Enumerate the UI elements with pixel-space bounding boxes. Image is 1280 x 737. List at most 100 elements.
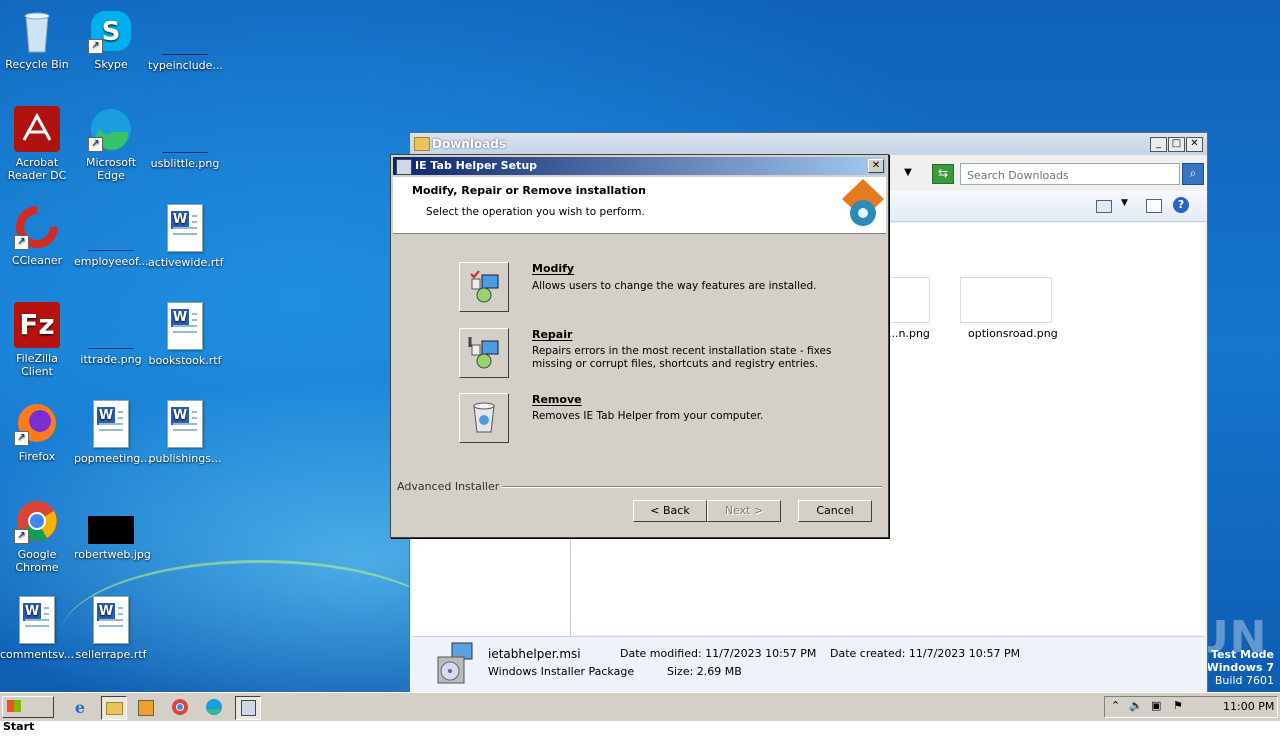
details-created-value: 11/7/2023 10:57 PM <box>908 647 1021 660</box>
repair-option-title[interactable]: Repair <box>532 328 572 341</box>
start-button[interactable]: Start <box>2 696 54 733</box>
recycle-bin-icon <box>473 402 495 433</box>
explorer-titlebar[interactable]: Downloads _ □ ✕ <box>410 133 1207 155</box>
details-modified: Date modified: 11/7/2023 10:57 PM <box>620 647 816 660</box>
back-button[interactable]: < Back <box>633 500 707 522</box>
file-thumbnail[interactable] <box>888 277 930 323</box>
clock[interactable]: 11:00 PM <box>1223 700 1274 713</box>
desktop-icon-acrobat[interactable]: Acrobat Reader DC <box>0 106 74 182</box>
filezilla-icon: Fz <box>14 302 60 348</box>
dialog-close-button[interactable]: ✕ <box>868 159 884 173</box>
skype-icon: S ↗ <box>88 8 134 54</box>
search-input[interactable] <box>965 166 1169 184</box>
search-box[interactable] <box>960 163 1180 185</box>
details-modified-value: 11/7/2023 10:57 PM <box>705 647 817 660</box>
chrome-taskbar-icon[interactable] <box>168 696 192 718</box>
address-dropdown-chevron-icon[interactable]: ▼ <box>892 163 924 183</box>
ie-taskbar-icon[interactable]: e <box>68 696 92 718</box>
test-mode-label: Test Mode Windows 7 Build 7601 <box>1207 648 1274 687</box>
desktop-icon-firefox[interactable]: ↗ Firefox <box>0 400 74 463</box>
installer-taskbar-icon[interactable] <box>235 696 261 720</box>
windows-logo-icon <box>7 700 21 712</box>
desktop-icon-edge[interactable]: ↗ Microsoft Edge <box>74 106 148 182</box>
desktop-icon-activewide[interactable]: W activewide.rtf <box>148 204 223 269</box>
desktop-icon-robertweb[interactable]: robertweb.jpg <box>74 498 151 561</box>
tray-expand-icon[interactable]: ⌃ <box>1111 699 1120 712</box>
recycle-bin-icon <box>14 8 60 54</box>
edge-icon: ↗ <box>88 106 134 152</box>
close-button[interactable]: ✕ <box>1186 137 1203 152</box>
setup-dialog[interactable]: IE Tab Helper Setup ✕ Modify, Repair or … <box>390 154 889 538</box>
navigation-pane[interactable] <box>412 533 571 637</box>
desktop-icon-recycle-bin[interactable]: Recycle Bin <box>0 8 74 71</box>
desktop-icon-skype[interactable]: S ↗ Skype <box>74 8 148 71</box>
desktop-icon-usblittle[interactable]: usblittle.png <box>148 106 222 170</box>
file-icon <box>162 8 208 55</box>
remove-option-title[interactable]: Remove <box>532 393 582 406</box>
shortcut-arrow-icon: ↗ <box>88 39 103 54</box>
word-doc-icon: W <box>93 400 129 448</box>
search-icon[interactable]: ⌕ <box>1182 163 1204 185</box>
dialog-header: Modify, Repair or Remove installation Se… <box>393 177 886 234</box>
details-created-label: Date created: <box>830 647 906 660</box>
remove-option-desc: Removes IE Tab Helper from your computer… <box>532 410 763 423</box>
desktop-icon-ittrade[interactable]: ittrade.png <box>74 302 148 366</box>
svg-text:S: S <box>102 17 121 47</box>
edge-taskbar-icon[interactable] <box>202 696 226 718</box>
desktop-icon-publishings[interactable]: W publishings... <box>148 400 222 465</box>
system-tray: ⌃ 🔈 ▣ ⚑ 11:00 PM <box>1104 696 1278 718</box>
desktop-icon-chrome[interactable]: ↗ Google Chrome <box>0 498 74 574</box>
dialog-subheading: Select the operation you wish to perform… <box>426 206 645 218</box>
desktop-icon-popmeeting[interactable]: W popmeeting... <box>74 400 151 465</box>
minimize-button[interactable]: _ <box>1150 137 1167 152</box>
preview-pane-icon[interactable] <box>1146 199 1162 213</box>
remove-option-button[interactable] <box>459 393 509 443</box>
help-icon[interactable]: ? <box>1173 197 1189 213</box>
shortcut-arrow-icon: ↗ <box>14 431 29 446</box>
action-center-flag-icon[interactable]: ⚑ <box>1173 699 1183 712</box>
modify-option-desc: Allows users to change the way features … <box>532 280 816 293</box>
repair-desc-line-1: Repairs errors in the most recent instal… <box>532 345 832 357</box>
start-label: Start <box>3 720 35 733</box>
dialog-heading: Modify, Repair or Remove installation <box>412 184 646 197</box>
desktop-icon-filezilla[interactable]: Fz FileZilla Client <box>0 302 74 378</box>
desktop-icon-ccleaner[interactable]: ↗ CCleaner <box>0 204 74 267</box>
volume-icon[interactable]: 🔈 <box>1129 699 1143 712</box>
details-pane: ietabhelper.msi Windows Installer Packag… <box>412 636 1205 691</box>
word-doc-icon: W <box>93 596 129 644</box>
explorer-taskbar-icon[interactable] <box>101 696 127 720</box>
desktop-icon-sellerrape[interactable]: W sellerrape.rtf <box>74 596 148 661</box>
image-file-icon <box>162 106 208 153</box>
view-icon[interactable] <box>1096 200 1112 213</box>
details-modified-label: Date modified: <box>620 647 702 660</box>
desktop-icon-typeinclude[interactable]: typeinclude... <box>148 8 223 72</box>
word-doc-icon: W <box>167 204 203 252</box>
refresh-icon[interactable]: ⇆ <box>932 164 954 184</box>
acrobat-icon <box>14 106 60 152</box>
repair-icon <box>468 337 499 369</box>
desktop-icon-employeeof[interactable]: employeeof... <box>74 204 149 268</box>
modify-icon <box>470 270 499 303</box>
desktop-icon-bookstook[interactable]: W bookstook.rtf <box>148 302 222 367</box>
maximize-button[interactable]: □ <box>1168 137 1185 152</box>
modify-option-title[interactable]: Modify <box>532 262 574 275</box>
repair-option-button[interactable] <box>459 328 509 378</box>
image-file-icon <box>88 302 134 349</box>
details-size-label: Size: <box>667 665 694 678</box>
shortcut-arrow-icon: ↗ <box>14 235 29 250</box>
desktop-icon-commentsv[interactable]: W commentsv... <box>0 596 74 661</box>
dialog-titlebar[interactable]: IE Tab Helper Setup ✕ <box>393 157 886 175</box>
explorer-title: Downloads <box>432 137 507 151</box>
details-size: Size: 2.69 MB <box>667 665 742 678</box>
modify-option-button[interactable] <box>459 262 509 312</box>
next-button[interactable]: Next > <box>707 500 781 522</box>
cancel-button[interactable]: Cancel <box>798 500 872 522</box>
repair-desc-line-2: missing or corrupt files, shortcuts and … <box>532 358 819 370</box>
view-dropdown-chevron-icon[interactable]: ▼ <box>1121 198 1128 208</box>
media-player-taskbar-icon[interactable] <box>134 696 158 718</box>
network-icon[interactable]: ▣ <box>1151 699 1161 712</box>
details-size-value: 2.69 MB <box>696 665 742 678</box>
file-thumbnail[interactable] <box>960 277 1052 323</box>
msi-package-icon <box>430 641 476 687</box>
os-name-line: Windows 7 <box>1206 661 1274 674</box>
